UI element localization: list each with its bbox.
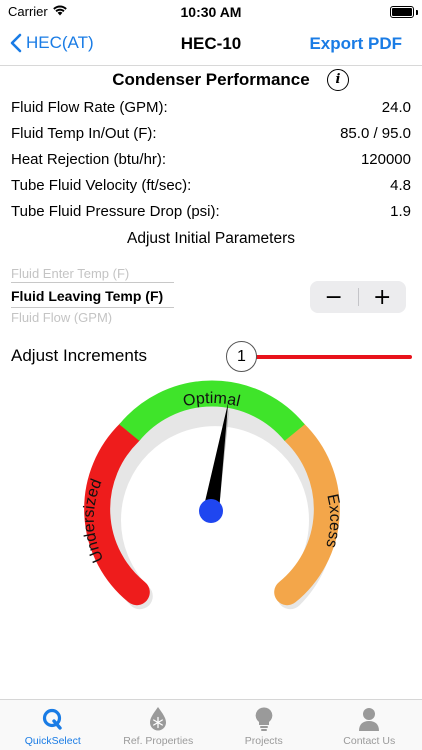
- perf-value: 1.9: [390, 202, 411, 220]
- perf-value: 85.0 / 95.0: [340, 124, 411, 142]
- tab-label: Projects: [244, 735, 283, 747]
- picker-divider: [11, 307, 174, 308]
- decrement-button[interactable]: −: [310, 281, 358, 313]
- nav-bar: HEC(AT) HEC-10 Export PDF: [0, 24, 422, 66]
- perf-row-pressure-drop: Tube Fluid Pressure Drop (psi): 1.9: [11, 199, 411, 223]
- chevron-left-icon: [10, 33, 22, 53]
- info-icon[interactable]: i: [327, 69, 349, 91]
- quickselect-q-icon: [40, 706, 66, 732]
- tab-ref-properties[interactable]: Ref. Properties: [106, 700, 212, 750]
- perf-label: Fluid Temp In/Out (F):: [11, 124, 157, 142]
- tab-contact-us[interactable]: Contact Us: [317, 700, 422, 750]
- section-title: Condenser Performance: [112, 70, 310, 89]
- picker-item-next[interactable]: Fluid Flow (GPM): [11, 310, 112, 324]
- status-time: 10:30 AM: [180, 4, 242, 20]
- perf-row-tube-velocity: Tube Fluid Velocity (ft/sec): 4.8: [11, 173, 411, 197]
- tab-label: Contact Us: [343, 735, 396, 747]
- perf-label: Tube Fluid Velocity (ft/sec):: [11, 176, 192, 194]
- export-pdf-button[interactable]: Export PDF: [309, 34, 402, 54]
- back-button-label: HEC(AT): [26, 33, 94, 52]
- battery-tip: [416, 10, 418, 15]
- person-icon: [356, 706, 382, 732]
- adjust-parameters-title: Adjust Initial Parameters: [127, 230, 295, 247]
- tab-projects[interactable]: Projects: [211, 700, 317, 750]
- snowflake-drop-icon: [145, 706, 171, 732]
- parameter-picker[interactable]: Fluid Enter Temp (F) Fluid Leaving Temp …: [11, 262, 176, 324]
- tab-bar: QuickSelect Ref. Properties Projects Con…: [0, 699, 422, 750]
- increment-button[interactable]: +: [359, 281, 407, 313]
- increments-slider-thumb[interactable]: 1: [226, 341, 257, 372]
- perf-value: 24.0: [381, 98, 411, 116]
- perf-value: 120000: [360, 150, 411, 168]
- picker-item-prev[interactable]: Fluid Enter Temp (F): [11, 266, 129, 281]
- performance-gauge: Undersized Optimal Excess: [81, 380, 343, 610]
- increments-label: Adjust Increments: [11, 346, 148, 365]
- tab-label: QuickSelect: [24, 735, 81, 747]
- perf-row-heat-rejection: Heat Rejection (btu/hr): 120000: [11, 147, 411, 171]
- tab-label: Ref. Properties: [123, 735, 194, 747]
- status-bar: Carrier 10:30 AM: [0, 0, 422, 24]
- increments-slider-track[interactable]: [254, 355, 412, 359]
- tab-quickselect[interactable]: QuickSelect: [0, 700, 106, 750]
- perf-label: Heat Rejection (btu/hr):: [11, 150, 167, 168]
- value-stepper: − +: [310, 281, 406, 313]
- perf-label: Tube Fluid Pressure Drop (psi):: [11, 202, 220, 220]
- battery-icon: [390, 6, 414, 18]
- gauge-hub: [199, 499, 223, 523]
- back-button[interactable]: HEC(AT): [10, 33, 94, 53]
- picker-divider: [11, 282, 174, 283]
- perf-row-flow-rate: Fluid Flow Rate (GPM): 24.0: [11, 95, 411, 119]
- lightbulb-icon: [251, 706, 277, 732]
- perf-row-fluid-temp: Fluid Temp In/Out (F): 85.0 / 95.0: [11, 121, 411, 145]
- perf-value: 4.8: [390, 176, 411, 194]
- perf-label: Fluid Flow Rate (GPM):: [11, 98, 168, 116]
- picker-item-selected[interactable]: Fluid Leaving Temp (F): [11, 288, 163, 304]
